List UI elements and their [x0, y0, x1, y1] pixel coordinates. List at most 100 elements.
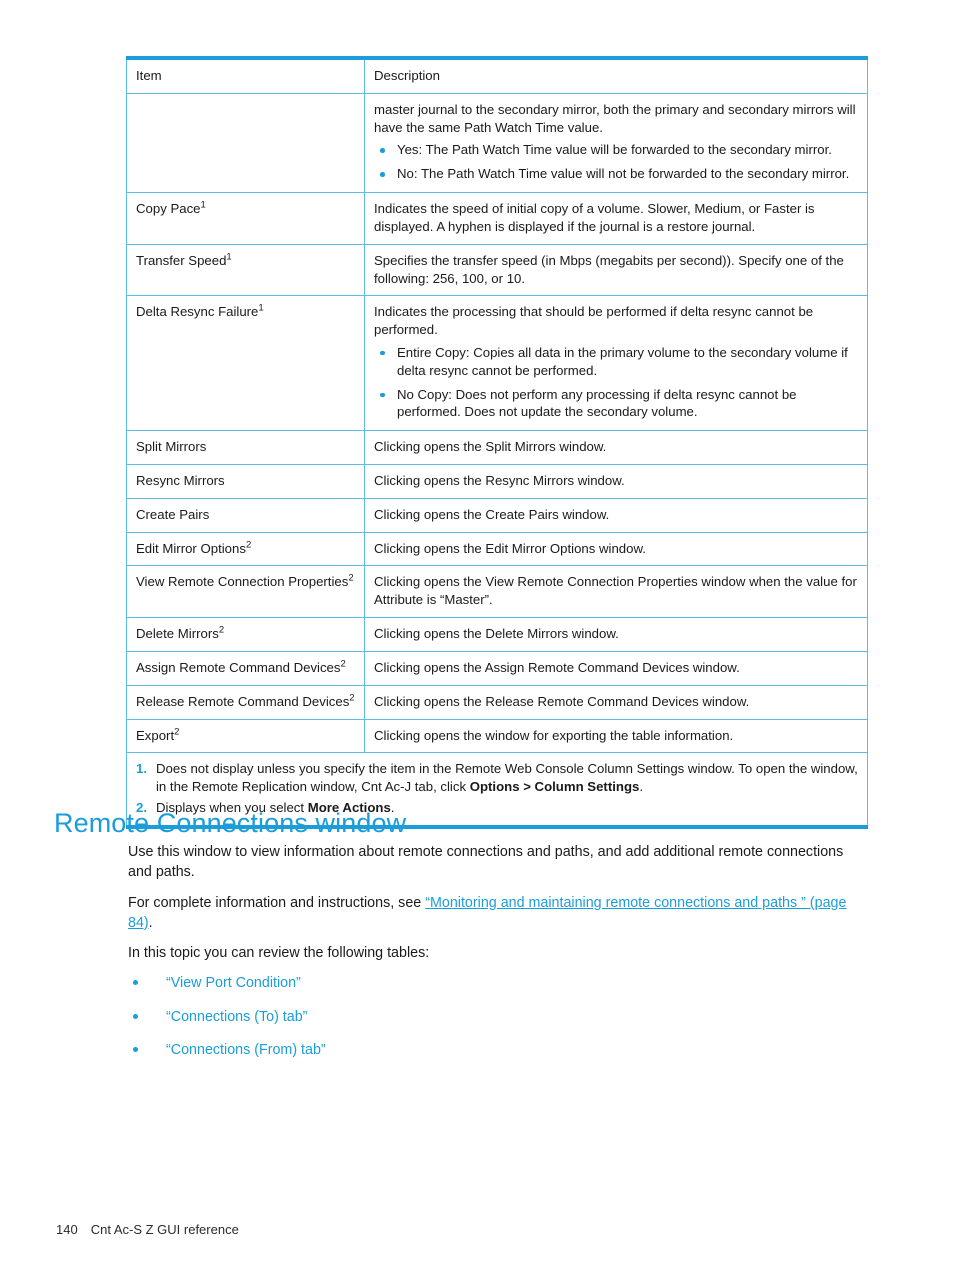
item-label: View Remote Connection Properties	[136, 574, 349, 590]
item-label: Export	[136, 727, 175, 743]
list-item: “Connections (From) tab”	[128, 1040, 870, 1060]
column-header-description: Description	[364, 58, 868, 94]
table-body: master journal to the secondary mirror, …	[126, 93, 868, 754]
footnote-emphasis: Options > Column Settings	[469, 779, 640, 795]
cell-item: Edit Mirror Options2	[126, 532, 365, 567]
footnote-marker: 1	[200, 199, 206, 211]
table-row: Create Pairs Clicking opens the Create Pa…	[126, 498, 868, 533]
description-paragraph: Clicking opens the Edit Mirror Options w…	[374, 540, 646, 556]
table-row: View Remote Connection Properties2 Clicki…	[126, 565, 868, 619]
list-item: Entire Copy: Copies all data in the prim…	[374, 344, 858, 380]
item-label: Copy Pace	[136, 201, 201, 217]
table-row: Transfer Speed1 Specifies the transfer sp…	[126, 244, 868, 297]
table-row: Delta Resync Failure1 Indicates the proce…	[126, 295, 868, 432]
cell-item: Export2	[126, 719, 365, 754]
cell-item: Split Mirrors	[126, 430, 365, 465]
table-row: Export2 Clicking opens the window for exp…	[126, 719, 868, 754]
table-row: Resync Mirrors Clicking opens the Resync …	[126, 464, 868, 499]
page-footer: 140 Cnt Ac-S Z GUI reference	[56, 1222, 239, 1237]
list-item: No Copy: Does not perform any processing…	[374, 386, 858, 422]
table-row: Edit Mirror Options2 Clicking opens the E…	[126, 532, 868, 567]
footnote-marker: 2	[245, 539, 252, 551]
item-label: Resync Mirrors	[136, 473, 225, 488]
table-header: Item Description	[126, 58, 868, 94]
cell-item: Delta Resync Failure1	[126, 295, 365, 432]
cell-description: Clicking opens the Resync Mirrors window…	[364, 464, 868, 499]
description-paragraph: Clicking opens the Create Pairs window.	[374, 506, 610, 522]
item-label: Release Remote Command Devices	[136, 693, 350, 709]
topic-link[interactable]: “View Port Condition”	[166, 975, 301, 991]
item-label: Edit Mirror Options	[136, 540, 246, 556]
description-paragraph: master journal to the secondary mirror, …	[374, 101, 856, 135]
table-row: Delete Mirrors2 Clicking opens the Delete…	[126, 617, 868, 652]
item-label: Transfer Speed	[136, 252, 227, 268]
table-row: Assign Remote Command Devices2 Clicking o…	[126, 651, 868, 686]
reference-paragraph: For complete information and instruction…	[128, 893, 870, 934]
table-row: Release Remote Command Devices2 Clicking …	[126, 685, 868, 720]
footer-title: Cnt Ac-S Z GUI reference	[90, 1222, 239, 1237]
description-paragraph: Indicates the speed of initial copy of a…	[374, 201, 815, 234]
footnote-marker: 2	[348, 573, 354, 585]
footnote-marker: 2	[218, 624, 225, 636]
table-row: master journal to the secondary mirror, …	[126, 93, 868, 194]
description-paragraph: Clicking opens the Assign Remote Command…	[374, 659, 740, 675]
list-item: “Connections (To) tab”	[128, 1007, 870, 1027]
section-body: Use this window to view information abou…	[128, 842, 870, 1073]
list-item: “View Port Condition”	[128, 973, 870, 993]
cell-description: Clicking opens the Assign Remote Command…	[364, 651, 868, 686]
topic-link[interactable]: “Connections (From) tab”	[166, 1042, 326, 1058]
list-item: Yes: The Path Watch Time value will be f…	[374, 141, 858, 159]
footnote-marker: 2	[174, 726, 180, 738]
cell-item: Release Remote Command Devices2	[126, 685, 365, 720]
cell-item	[126, 93, 365, 194]
cell-description: Clicking opens the Release Remote Comman…	[364, 685, 868, 720]
item-label: Delta Resync Failure	[136, 304, 259, 320]
description-paragraph: Clicking opens the Resync Mirrors window…	[374, 473, 625, 488]
cell-description: Clicking opens the window for exporting …	[364, 719, 868, 754]
topic-link-list: “View Port Condition” “Connections (To) t…	[128, 973, 870, 1059]
description-paragraph: Clicking opens the window for exporting …	[374, 727, 734, 743]
footnote-marker: 1	[258, 302, 264, 314]
description-paragraph: Indicates the processing that should be …	[374, 304, 814, 338]
description-paragraph: Clicking opens the View Remote Connectio…	[374, 574, 857, 608]
cell-description: master journal to the secondary mirror, …	[364, 93, 868, 194]
cell-item: Resync Mirrors	[126, 464, 365, 499]
footnote-marker: 1	[226, 251, 232, 263]
topic-lead-in: In this topic you can review the followi…	[128, 945, 430, 962]
table-row: Copy Pace1 Indicates the speed of initial…	[126, 192, 868, 245]
cell-description: Clicking opens the Split Mirrors window.	[364, 430, 868, 465]
footnote-marker: 2	[349, 692, 355, 704]
column-header-item: Item	[126, 58, 365, 94]
cell-description: Clicking opens the Delete Mirrors window…	[364, 617, 868, 652]
item-label: Delete Mirrors	[136, 626, 219, 642]
footnote-marker: 2	[340, 658, 346, 670]
footer-page-number: 140	[56, 1222, 78, 1237]
description-bullet-list: Yes: The Path Watch Time value will be f…	[374, 141, 858, 183]
description-paragraph: Clicking opens the Release Remote Comman…	[374, 693, 750, 709]
list-item: No: The Path Watch Time value will not b…	[374, 165, 858, 183]
footnote-item: 1. Does not display unless you specify th…	[136, 760, 858, 796]
cell-item: Create Pairs	[126, 498, 365, 533]
cell-description: Clicking opens the Edit Mirror Options w…	[364, 532, 868, 567]
cell-description: Clicking opens the View Remote Connectio…	[364, 565, 868, 619]
cell-description: Clicking opens the Create Pairs window.	[364, 498, 868, 533]
gui-reference-table: Item Description master journal to the s…	[126, 56, 868, 830]
item-label: Assign Remote Command Devices	[136, 659, 341, 675]
cell-item: View Remote Connection Properties2	[126, 565, 365, 619]
reference-prefix: For complete information and instruction…	[128, 894, 426, 911]
document-page: Item Description master journal to the s…	[0, 0, 954, 1271]
table-row: Split Mirrors Clicking opens the Split Mi…	[126, 430, 868, 465]
topic-link[interactable]: “Connections (To) tab”	[166, 1009, 307, 1025]
description-paragraph: Clicking opens the Split Mirrors window.	[374, 439, 607, 455]
cell-item: Transfer Speed1	[126, 244, 365, 297]
cell-description: Indicates the speed of initial copy of a…	[364, 192, 868, 245]
cell-description: Specifies the transfer speed (in Mbps (m…	[364, 244, 868, 297]
description-paragraph: Specifies the transfer speed (in Mbps (m…	[374, 252, 844, 286]
cell-item: Delete Mirrors2	[126, 617, 365, 652]
reference-suffix: .	[148, 914, 153, 931]
cell-item: Copy Pace1	[126, 192, 365, 245]
footnote-text-tail: .	[639, 779, 643, 795]
cell-item: Assign Remote Command Devices2	[126, 651, 365, 686]
page-title: Remote Connections window	[54, 808, 407, 838]
intro-paragraph: Use this window to view information abou…	[128, 844, 844, 881]
